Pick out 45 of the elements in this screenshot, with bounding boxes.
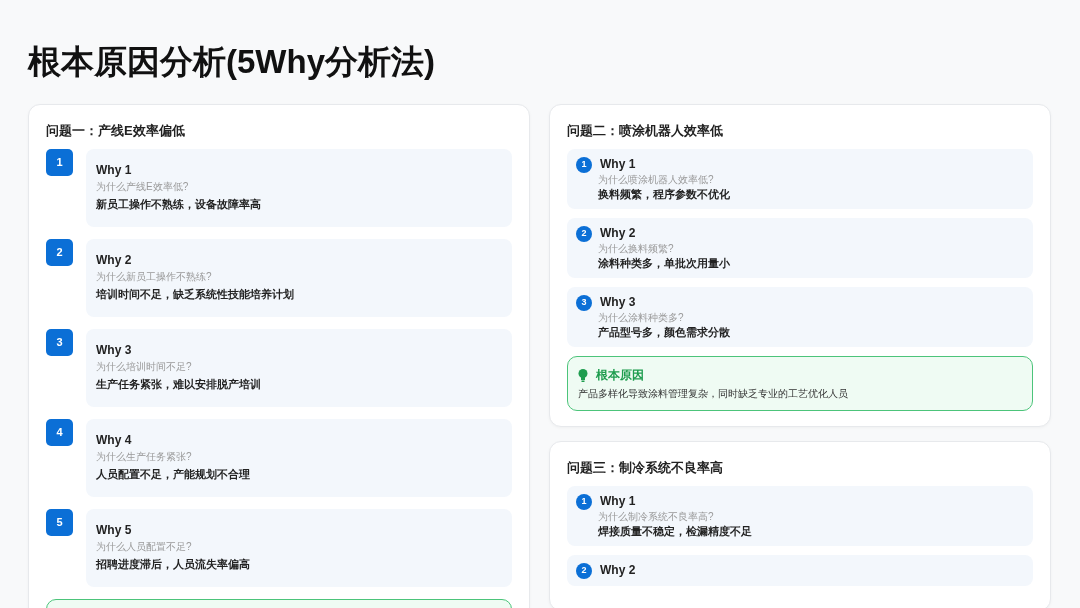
why-question: 为什么人员配置不足? <box>96 540 193 554</box>
why-question: 为什么生产任务紧张? <box>96 450 193 464</box>
why-question: 为什么喷涂机器人效率低? <box>597 173 715 187</box>
problem-title: 问题二：喷涂机器人效率低 <box>567 122 724 140</box>
why-answer: 换料频繁，程序参数不优化 <box>597 187 731 202</box>
step-number: 5 <box>46 509 73 536</box>
root-cause-label: 根本原因 <box>596 367 644 384</box>
why-label: Why 5 <box>96 522 133 539</box>
why-label: Why 2 <box>96 252 133 269</box>
why-answer: 招聘进度滞后，人员流失率偏高 <box>96 557 251 572</box>
why-label: Why 2 <box>600 562 636 579</box>
why-label: Why 3 <box>96 342 133 359</box>
step-number: 3 <box>576 294 592 311</box>
why-label: Why 2 <box>600 225 636 242</box>
why-label: Why 1 <box>600 493 636 510</box>
problem-title: 问题一：产线E效率偏低 <box>46 122 186 140</box>
step-number: 2 <box>576 562 592 579</box>
step-number: 3 <box>46 329 73 356</box>
problem-title: 问题三：制冷系统不良率高 <box>567 459 724 477</box>
why-answer: 人员配置不足，产能规划不合理 <box>96 467 251 482</box>
why-answer: 新员工操作不熟练，设备故障率高 <box>96 197 262 212</box>
why-label: Why 1 <box>96 162 133 179</box>
why-label: Why 1 <box>600 156 636 173</box>
why-answer: 培训时间不足，缺乏系统性技能培养计划 <box>96 287 295 302</box>
why-question: 为什么涂料种类多? <box>597 311 685 325</box>
lightbulb-icon <box>578 368 588 382</box>
root-cause-text: 产品多样化导致涂料管理复杂，同时缺乏专业的工艺优化人员 <box>578 387 849 401</box>
why-answer: 焊接质量不稳定，检漏精度不足 <box>597 524 753 539</box>
why-label: Why 4 <box>96 432 133 449</box>
why-question: 为什么产线E效率低? <box>96 180 190 194</box>
why-question: 为什么制冷系统不良率高? <box>597 510 715 524</box>
why-answer: 生产任务紧张，难以安排脱产培训 <box>96 377 262 392</box>
why-question: 为什么新员工操作不熟练? <box>96 270 213 284</box>
step-number: 2 <box>46 239 73 266</box>
why-answer: 涂料种类多，单批次用量小 <box>597 256 731 271</box>
why-question: 为什么培训时间不足? <box>96 360 193 374</box>
why-label: Why 3 <box>600 294 636 311</box>
step-number: 1 <box>46 149 73 176</box>
step-number: 4 <box>46 419 73 446</box>
page-title: 根本原因分析(5Why分析法) <box>28 42 436 82</box>
step-number: 1 <box>576 156 592 173</box>
why-answer: 产品型号多，颜色需求分散 <box>597 325 731 340</box>
step-number: 2 <box>576 225 592 242</box>
step-number: 1 <box>576 493 592 510</box>
why-question: 为什么换料频繁? <box>597 242 675 256</box>
